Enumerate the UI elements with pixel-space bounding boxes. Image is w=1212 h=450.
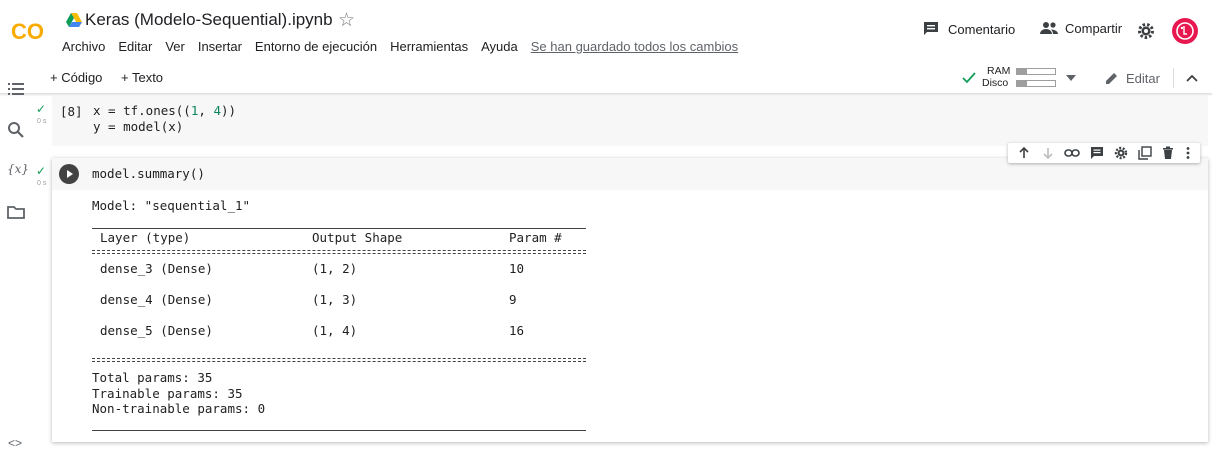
execution-count: [8] xyxy=(60,104,83,119)
comment-icon xyxy=(924,22,938,35)
header-param-count: Param # xyxy=(509,230,562,245)
table-row-layer: dense_4 (Dense) xyxy=(100,292,213,307)
table-row-shape: (1, 4) xyxy=(312,323,358,338)
comment-label: Comentario xyxy=(948,21,1016,37)
table-row-layer: dense_3 (Dense) xyxy=(100,261,213,276)
table-of-contents-icon[interactable] xyxy=(7,80,25,98)
settings-gear-icon[interactable] xyxy=(1137,22,1155,40)
total-params-line: Total params: 35 xyxy=(92,370,213,385)
notebook-toolbar: + Código + Texto RAM Disco Editar xyxy=(0,62,1212,94)
arrow-up-icon[interactable] xyxy=(1017,146,1031,160)
code-cell-1[interactable]: [8] x = tf.ones((1, 4)) y = model(x) xyxy=(52,96,1208,146)
table-row-params: 10 xyxy=(509,261,525,276)
save-status-link[interactable]: Se han guardado todos los cambios xyxy=(531,39,738,54)
logo-text: CO xyxy=(11,19,44,44)
pencil-icon xyxy=(1106,73,1117,84)
connected-check-icon xyxy=(962,72,976,84)
trash-icon[interactable] xyxy=(1161,146,1175,160)
colab-logo[interactable]: CO xyxy=(10,18,50,44)
run-cell-icon[interactable] xyxy=(59,164,79,184)
menu-runtime[interactable]: Entorno de ejecución xyxy=(255,39,377,54)
dropdown-arrow-icon[interactable] xyxy=(1066,75,1076,81)
summary-top-rule xyxy=(92,228,586,229)
code-line[interactable]: model.summary() xyxy=(92,166,205,182)
summary-footer-rule xyxy=(92,358,586,362)
google-drive-icon[interactable] xyxy=(66,13,82,27)
more-vert-icon[interactable] xyxy=(1185,146,1191,160)
notebook-title[interactable]: Keras (Modelo-Sequential).ipynb xyxy=(85,10,333,30)
code-line-1[interactable]: x = tf.ones((1, 4)) xyxy=(93,103,236,119)
cell-toolbar xyxy=(1008,143,1200,163)
edit-button[interactable]: Editar xyxy=(1104,70,1160,86)
ram-label: RAM xyxy=(987,65,1011,77)
cell-1-check-icon: ✓ xyxy=(36,102,47,116)
header-layer-type: Layer (type) xyxy=(100,230,191,245)
resources-indicator[interactable]: RAM Disco xyxy=(960,64,1080,92)
share-label: Compartir xyxy=(1065,20,1123,36)
toolbar-divider xyxy=(1173,68,1174,88)
chevron-up-icon[interactable] xyxy=(1185,71,1199,85)
table-row-shape: (1, 3) xyxy=(312,292,358,307)
trainable-params-line: Trainable params: 35 xyxy=(92,386,243,401)
summary-bottom-rule xyxy=(92,430,586,431)
arrow-down-icon[interactable] xyxy=(1041,146,1055,160)
cell-2-exec-time: 0 s xyxy=(37,180,47,187)
star-icon[interactable]: ☆ xyxy=(338,9,355,32)
menu-bar: Archivo Editar Ver Insertar Entorno de e… xyxy=(62,39,751,54)
cell-2-check-icon: ✓ xyxy=(36,164,47,178)
add-text-button[interactable]: + Texto xyxy=(121,70,163,85)
gear-icon[interactable] xyxy=(1114,146,1128,160)
link-icon[interactable] xyxy=(1064,146,1081,160)
code-cell-2[interactable]: model.summary() Model: "sequential_1" La… xyxy=(52,158,1208,442)
disk-label: Disco xyxy=(982,77,1009,89)
non-trainable-params-line: Non-trainable params: 0 xyxy=(92,401,266,416)
variables-icon[interactable]: {x} xyxy=(7,162,29,176)
comment-button[interactable]: Comentario xyxy=(922,20,1015,38)
user-avatar[interactable] xyxy=(1172,18,1198,44)
edit-label: Editar xyxy=(1126,70,1160,86)
menu-edit[interactable]: Editar xyxy=(118,39,152,54)
people-icon xyxy=(1040,22,1058,34)
table-row-params: 16 xyxy=(509,323,525,338)
table-row-params: 9 xyxy=(509,292,517,307)
ram-usage-bar xyxy=(1016,68,1056,75)
header-output-shape: Output Shape xyxy=(312,230,403,245)
disk-usage-bar xyxy=(1016,80,1056,87)
code-line-2[interactable]: y = model(x) xyxy=(93,119,183,135)
menu-file[interactable]: Archivo xyxy=(62,39,105,54)
menu-tools[interactable]: Herramientas xyxy=(390,39,468,54)
comment-icon[interactable] xyxy=(1090,146,1104,160)
table-row-layer: dense_5 (Dense) xyxy=(100,323,213,338)
menu-help[interactable]: Ayuda xyxy=(481,39,518,54)
code-snippets-icon[interactable]: <> xyxy=(8,436,22,450)
menu-view[interactable]: Ver xyxy=(165,39,185,54)
cell-1-exec-time: 0 s xyxy=(37,118,47,125)
table-row-shape: (1, 2) xyxy=(312,261,358,276)
model-name-line: Model: "sequential_1" xyxy=(92,198,251,213)
folder-icon[interactable] xyxy=(7,203,25,221)
summary-header-rule xyxy=(92,250,586,254)
lg-logo-icon xyxy=(1176,22,1194,40)
menu-insert[interactable]: Insertar xyxy=(198,39,242,54)
add-code-button[interactable]: + Código xyxy=(50,70,102,85)
search-icon[interactable] xyxy=(7,121,25,139)
app-header: CO Keras (Modelo-Sequential).ipynb ☆ Arc… xyxy=(0,0,1212,62)
mirror-cell-icon[interactable] xyxy=(1137,146,1152,160)
share-button[interactable]: Compartir xyxy=(1039,20,1122,36)
